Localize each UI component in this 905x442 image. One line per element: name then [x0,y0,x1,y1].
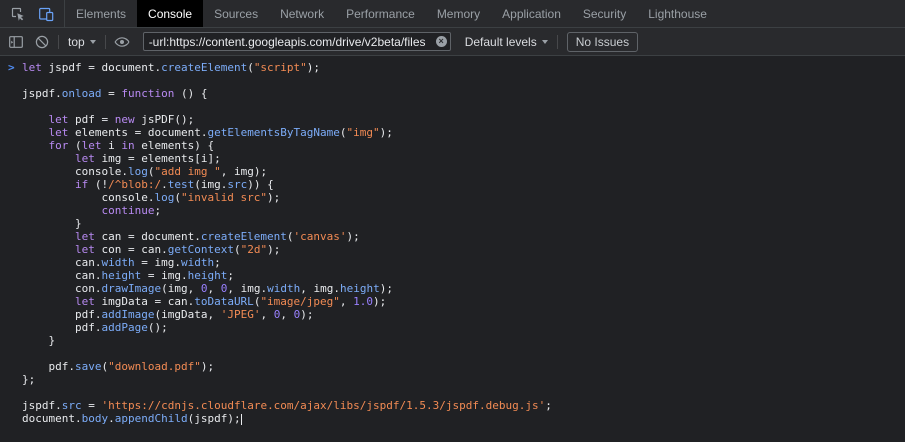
code-line: console.log("invalid src"); [0,191,905,204]
context-selector[interactable]: top [62,35,102,49]
code-line: if (!/^blob:/.test(img.src)) { [0,178,905,191]
code-line [0,74,905,87]
tab-strip: ElementsConsoleSourcesNetworkPerformance… [65,0,718,27]
no-issues-button[interactable]: No Issues [567,32,638,52]
code-line: can.width = img.width; [0,256,905,269]
code-line: } [0,217,905,230]
console-prompt-icon: > [8,61,15,74]
devtools-window: { "colors": { "bg": "#202124", "toolbar_… [0,0,905,442]
text-cursor [241,414,242,425]
tab-application[interactable]: Application [491,0,572,27]
device-toolbar-icon[interactable] [33,2,59,26]
code-line: pdf.save("download.pdf"); [0,360,905,373]
devtools-tab-bar: ElementsConsoleSourcesNetworkPerformance… [0,0,905,28]
chevron-down-icon [90,40,96,44]
tab-security[interactable]: Security [572,0,637,27]
tab-network[interactable]: Network [269,0,335,27]
code-line: jspdf.onload = function () { [0,87,905,100]
tab-memory[interactable]: Memory [426,0,491,27]
context-selector-label: top [68,35,85,49]
code-line: continue; [0,204,905,217]
toolbar-separator [58,35,59,49]
tab-performance[interactable]: Performance [335,0,426,27]
code-line: can.height = img.height; [0,269,905,282]
code-line: } [0,334,905,347]
code-line: pdf.addImage(imgData, 'JPEG', 0, 0); [0,308,905,321]
tab-lighthouse[interactable]: Lighthouse [637,0,718,27]
code-line: for (let i in elements) { [0,139,905,152]
clear-console-icon[interactable] [29,30,55,54]
tab-elements[interactable]: Elements [65,0,137,27]
code-line: let pdf = new jsPDF(); [0,113,905,126]
code-line: console.log("add img ", img); [0,165,905,178]
code-line: }; [0,373,905,386]
inspect-icon[interactable] [5,2,31,26]
console-sidebar-icon[interactable] [3,30,29,54]
tab-console[interactable]: Console [137,0,203,27]
chevron-down-icon [542,40,548,44]
filter-input[interactable] [144,33,450,50]
code-line: let img = elements[i]; [0,152,905,165]
console-code: let jspdf = document.createElement("scri… [0,61,905,425]
filter-box: × [143,32,451,51]
code-line: con.drawImage(img, 0, 0, img.width, img.… [0,282,905,295]
code-line: let can = document.createElement('canvas… [0,230,905,243]
toolbar-separator [557,35,558,49]
code-line [0,100,905,113]
code-line: jspdf.src = 'https://cdnjs.cloudflare.co… [0,399,905,412]
toolbar-separator [105,35,106,49]
code-line: pdf.addPage(); [0,321,905,334]
console-input[interactable]: > let jspdf = document.createElement("sc… [0,56,905,442]
console-toolbar: top × Default levels No Issues [0,28,905,56]
code-line [0,386,905,399]
code-line: document.body.appendChild(jspdf); [0,412,905,425]
corner-icons [0,0,65,27]
log-levels-label: Default levels [465,35,537,49]
tab-sources[interactable]: Sources [203,0,269,27]
clear-filter-icon[interactable]: × [436,36,447,47]
code-line: let imgData = can.toDataURL("image/jpeg"… [0,295,905,308]
code-line [0,347,905,360]
eye-icon[interactable] [109,30,135,54]
code-line: let jspdf = document.createElement("scri… [0,61,905,74]
log-levels-selector[interactable]: Default levels [459,35,554,49]
code-line: let con = can.getContext("2d"); [0,243,905,256]
code-line: let elements = document.getElementsByTag… [0,126,905,139]
